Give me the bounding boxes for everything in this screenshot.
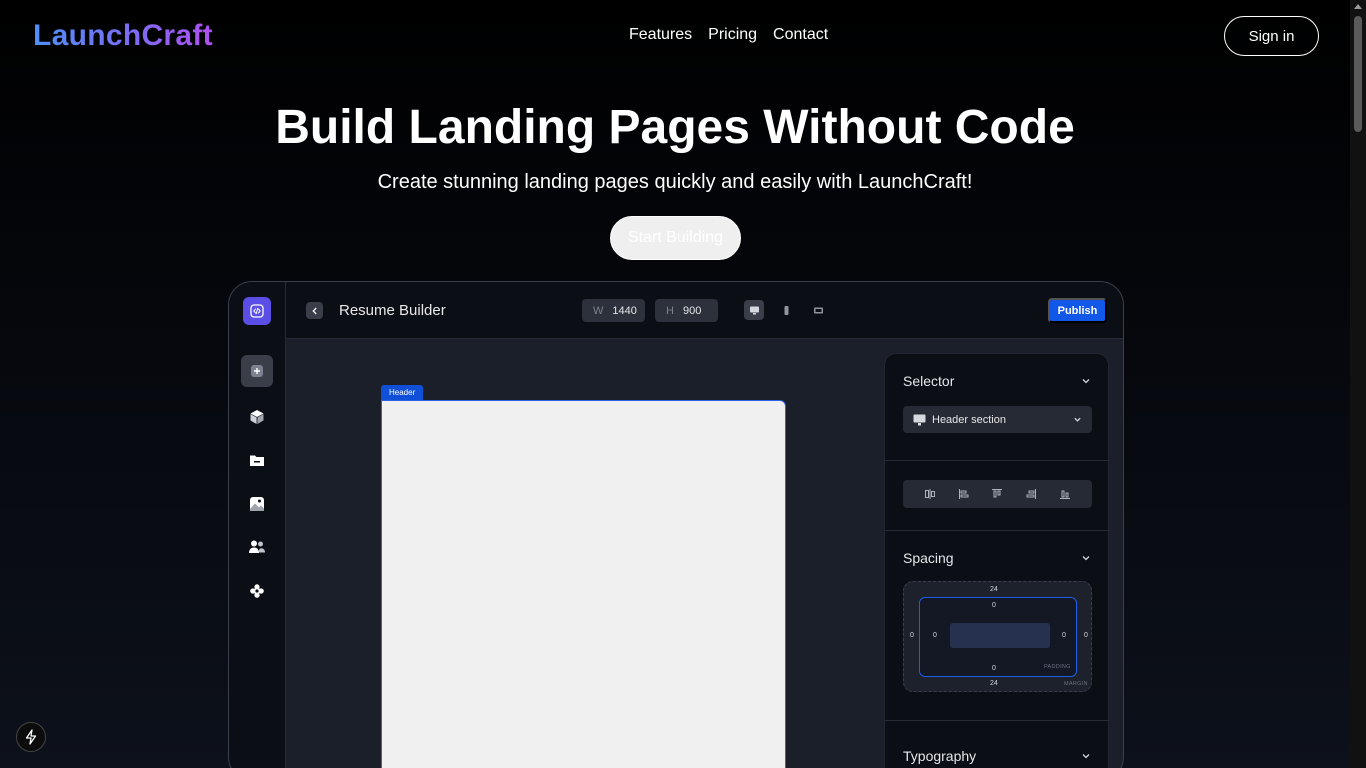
selector-dropdown[interactable]: Header section (903, 406, 1092, 433)
scrollbar-thumb[interactable] (1354, 16, 1362, 132)
height-label: H (666, 304, 674, 317)
chevron-down-icon[interactable] (1081, 553, 1091, 563)
align-bottom-icon[interactable] (1058, 487, 1072, 501)
typography-title: Typography (903, 748, 977, 764)
canvas-header-section[interactable] (381, 400, 786, 768)
document-title: Resume Builder (339, 302, 446, 319)
content-box (950, 623, 1050, 648)
margin-label: MARGIN (1064, 681, 1088, 687)
padding-right-value[interactable]: 0 (1062, 632, 1066, 639)
scroll-up-arrow-icon[interactable] (1354, 4, 1362, 9)
page-scrollbar[interactable] (1350, 0, 1366, 768)
code-logo-icon[interactable] (243, 297, 271, 325)
padding-top-value[interactable]: 0 (992, 602, 996, 609)
align-right-icon[interactable] (1024, 487, 1038, 501)
nav-link-pricing[interactable]: Pricing (708, 26, 757, 44)
padding-label: PADDING (1044, 664, 1071, 670)
settings-icon[interactable] (241, 575, 273, 607)
width-input[interactable]: W 1440 (582, 299, 645, 322)
nav-link-contact[interactable]: Contact (773, 26, 828, 44)
align-center-icon[interactable] (923, 487, 937, 501)
publish-button[interactable]: Publish (1048, 298, 1107, 323)
align-top-icon[interactable] (990, 487, 1004, 501)
divider (885, 720, 1110, 721)
properties-panel: Selector Header section Spacing 24 24 0 … (884, 353, 1110, 768)
editor-topbar: Resume Builder W 1440 H 900 Publish (286, 282, 1123, 339)
sign-in-button[interactable]: Sign in (1224, 16, 1319, 56)
brand-logo[interactable]: LaunchCraft (33, 19, 213, 53)
start-building-button[interactable]: Start Building (610, 216, 741, 260)
back-button[interactable] (306, 302, 323, 319)
alignment-toolbar (903, 480, 1092, 508)
editor-sidebar (229, 282, 286, 768)
cube-icon[interactable] (241, 401, 273, 433)
tablet-icon[interactable] (808, 300, 828, 320)
chevron-down-icon[interactable] (1081, 376, 1091, 386)
spacing-title: Spacing (903, 550, 954, 566)
nav-link-features[interactable]: Features (629, 26, 692, 44)
padding-left-value[interactable]: 0 (933, 632, 937, 639)
align-left-icon[interactable] (957, 487, 971, 501)
mobile-icon[interactable] (776, 300, 796, 320)
margin-right-value[interactable]: 0 (1084, 632, 1088, 639)
width-label: W (593, 304, 604, 317)
margin-bottom-value[interactable]: 24 (990, 680, 998, 687)
image-icon[interactable] (241, 488, 273, 520)
users-icon[interactable] (241, 531, 273, 563)
chevron-down-icon (1074, 417, 1081, 422)
spacing-box-model: 24 24 0 0 MARGIN 0 0 0 0 PADDING (903, 581, 1092, 692)
selector-value: Header section (932, 413, 1006, 426)
height-input[interactable]: H 900 (655, 299, 718, 322)
chevron-left-icon (311, 307, 317, 314)
hero-title: Build Landing Pages Without Code (275, 101, 1075, 154)
divider (885, 460, 1110, 461)
chevron-down-icon[interactable] (1081, 751, 1091, 761)
folder-icon[interactable] (241, 444, 273, 476)
desktop-icon (913, 414, 926, 425)
margin-left-value[interactable]: 0 (910, 632, 914, 639)
add-icon[interactable] (241, 355, 273, 387)
nav-links: Features Pricing Contact (629, 26, 828, 44)
canvas-element-tag: Header (381, 385, 424, 400)
editor-preview: Resume Builder W 1440 H 900 Publish Head… (228, 281, 1124, 768)
divider (885, 530, 1110, 531)
width-value: 1440 (612, 304, 637, 317)
lightning-icon[interactable] (16, 722, 46, 752)
hero-subtitle: Create stunning landing pages quickly an… (377, 171, 973, 193)
height-value: 900 (682, 304, 702, 317)
padding-box: 0 0 0 0 PADDING (919, 597, 1077, 677)
margin-top-value[interactable]: 24 (990, 586, 998, 593)
padding-bottom-value[interactable]: 0 (992, 665, 996, 672)
selector-title: Selector (903, 373, 955, 389)
top-nav: LaunchCraft Features Pricing Contact Sig… (0, 0, 1350, 72)
desktop-icon[interactable] (744, 300, 764, 320)
